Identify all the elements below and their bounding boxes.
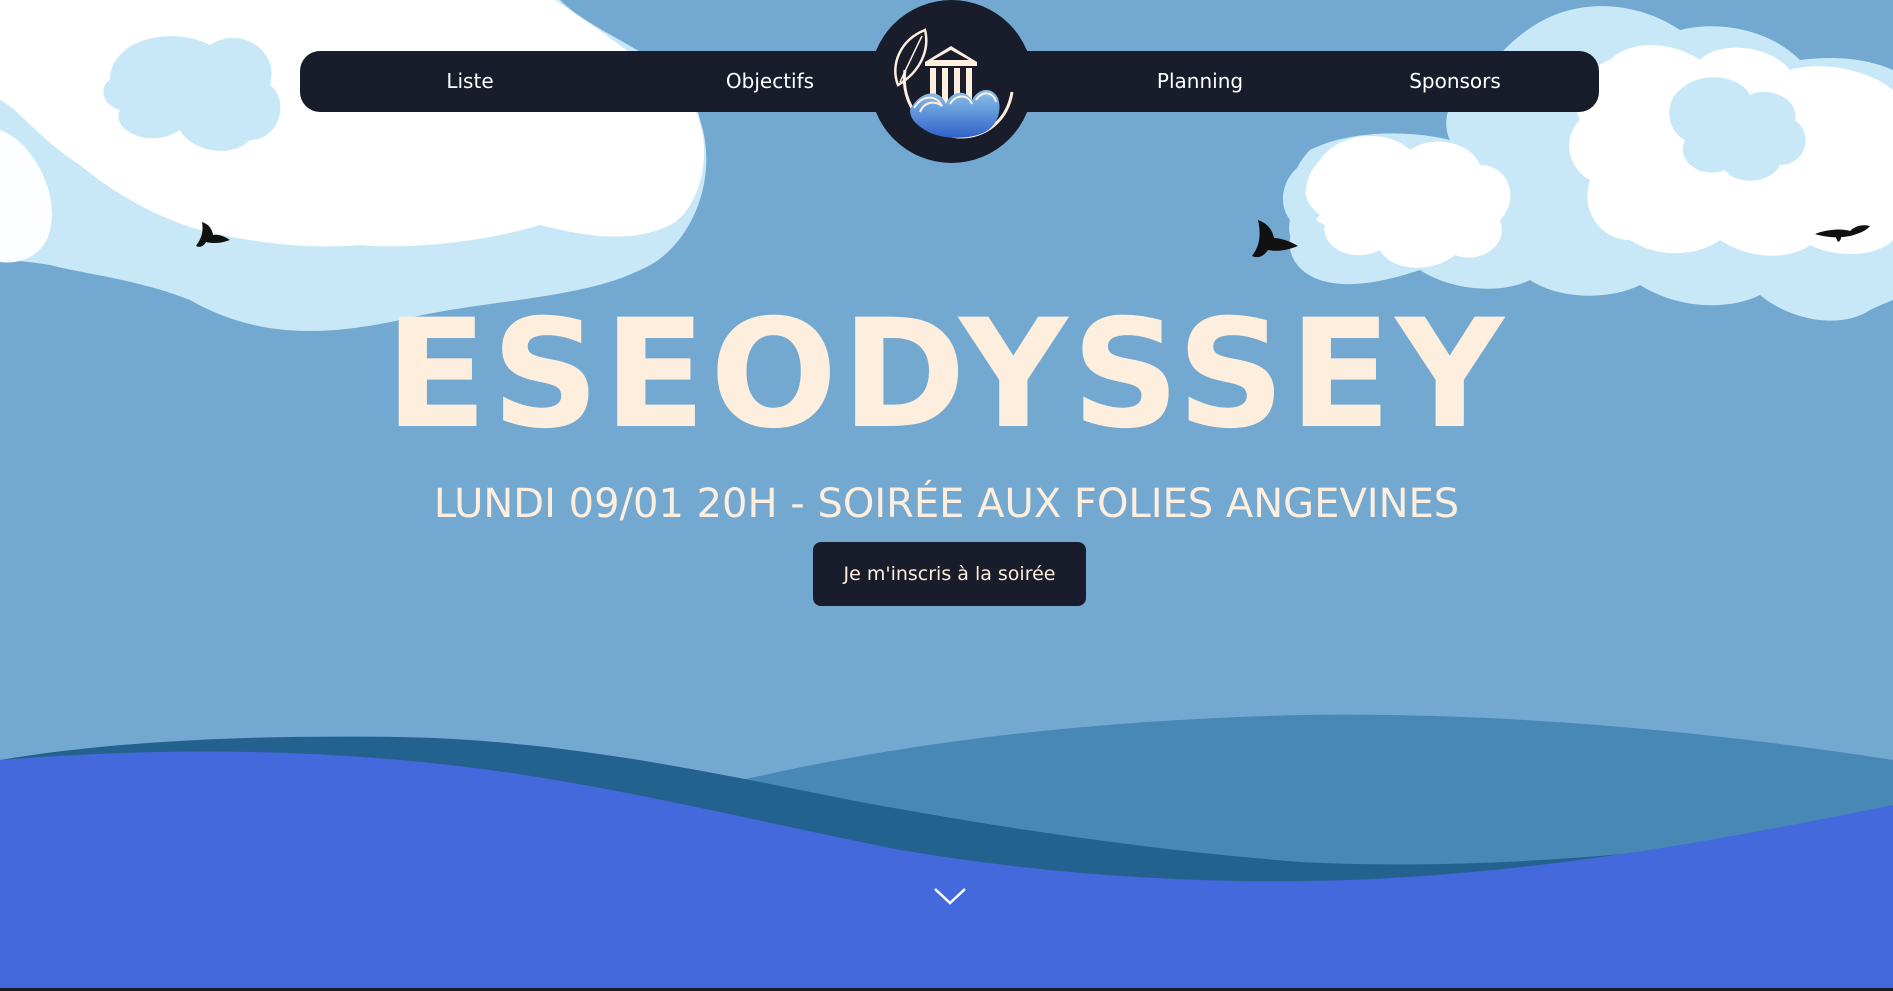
- site-logo[interactable]: [870, 0, 1033, 163]
- nav-link-objectifs[interactable]: Objectifs: [670, 51, 870, 112]
- temple-waves-logo-icon: [894, 28, 1014, 139]
- sea-waves: [0, 714, 1893, 991]
- nav-link-liste[interactable]: Liste: [405, 51, 535, 112]
- hero-title: ESEODYSSEY: [384, 288, 1509, 462]
- register-button[interactable]: Je m'inscris à la soirée: [813, 542, 1086, 606]
- chevron-down-icon[interactable]: [931, 884, 969, 908]
- nav-link-sponsors[interactable]: Sponsors: [1355, 51, 1555, 112]
- nav-link-planning[interactable]: Planning: [1100, 51, 1300, 112]
- hero-subtitle: LUNDI 09/01 20H - SOIRÉE AUX FOLIES ANGE…: [433, 481, 1460, 527]
- landing-page: Liste Objectifs Planning Sponsors ESEODY…: [0, 0, 1893, 991]
